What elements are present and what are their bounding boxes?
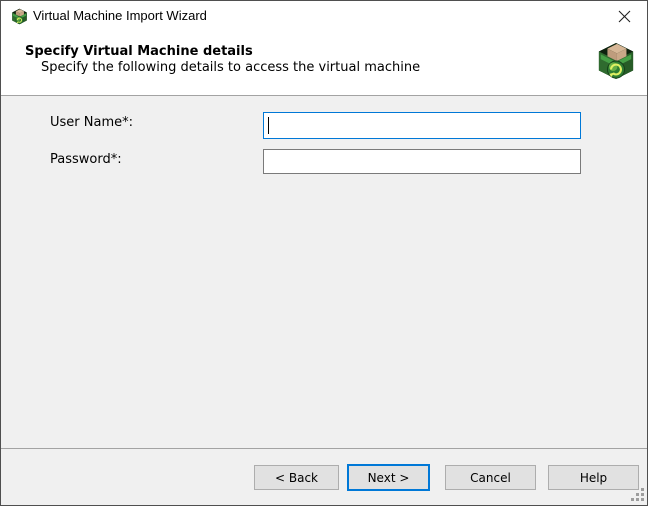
- help-button[interactable]: Help: [548, 465, 639, 490]
- username-input[interactable]: [263, 112, 581, 139]
- button-bar: < Back Next > Cancel Help: [1, 449, 647, 505]
- close-x-icon: [618, 10, 631, 23]
- wizard-header: Specify Virtual Machine details Specify …: [1, 31, 647, 95]
- wizard-window: Virtual Machine Import Wizard Specify Vi…: [0, 0, 648, 506]
- resize-grip[interactable]: [631, 488, 644, 501]
- username-label: User Name*:: [50, 115, 133, 130]
- page-subtitle: Specify the following details to access …: [41, 60, 420, 75]
- page-title: Specify Virtual Machine details: [25, 44, 253, 59]
- password-label: Password*:: [50, 152, 122, 167]
- password-input[interactable]: [263, 149, 581, 174]
- next-button[interactable]: Next >: [347, 464, 430, 491]
- cancel-button[interactable]: Cancel: [445, 465, 536, 490]
- text-caret: [268, 117, 269, 134]
- vm-import-box-icon: [597, 40, 635, 82]
- window-title: Virtual Machine Import Wizard: [33, 8, 207, 23]
- close-button[interactable]: [602, 1, 647, 31]
- back-button[interactable]: < Back: [254, 465, 339, 490]
- vm-import-box-icon: [11, 8, 28, 25]
- title-bar: Virtual Machine Import Wizard: [1, 1, 647, 31]
- form-area: User Name*: Password*:: [1, 96, 647, 448]
